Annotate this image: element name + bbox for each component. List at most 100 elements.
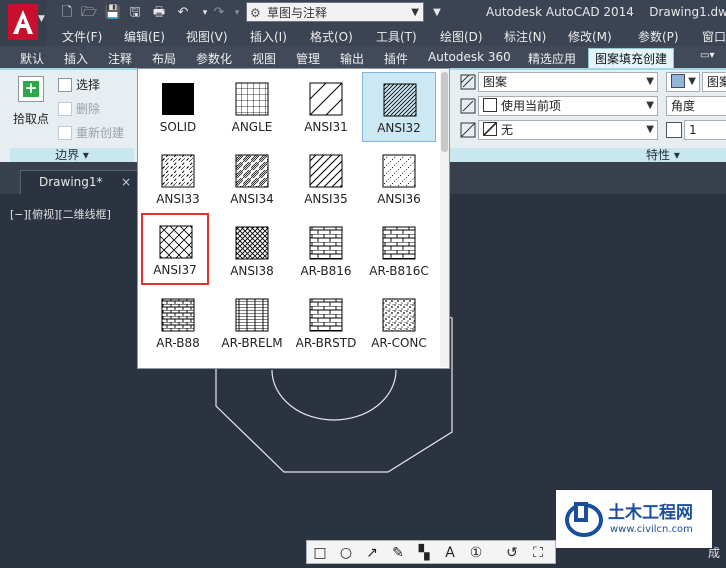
diagonal-bands-icon [235,154,269,188]
gear-icon: ⚙ [250,6,261,20]
tab-addins[interactable]: 插件 [384,50,408,67]
tab-layout[interactable]: 布局 [152,50,176,67]
remove-boundary-icon [58,102,72,116]
diagonal-mixed-icon [309,154,343,188]
file-tab-drawing1[interactable]: Drawing1* × [20,170,140,194]
menu-view[interactable]: 视图(V) [186,28,228,45]
pattern-ar-b816[interactable]: AR-B816 [289,216,363,286]
tab-insert[interactable]: 插入 [64,50,88,67]
boundary-panel-title[interactable]: 边界 ▾ [10,148,134,162]
menu-dimension[interactable]: 标注(N) [504,28,546,45]
scale-field[interactable]: 1 [684,120,726,140]
close-tab-icon[interactable]: × [121,171,131,193]
tab-manage[interactable]: 管理 [296,50,320,67]
select-button[interactable]: 选择 [58,76,100,93]
watermark: 土木工程网 www.civilcn.com [556,490,712,548]
tab-annotate[interactable]: 注释 [108,50,132,67]
brick-small-icon [161,298,195,332]
hatch-type-select[interactable]: 图案 ▼ [478,72,658,92]
number-icon[interactable]: ① [467,544,485,562]
crop-icon[interactable]: ⛶ [529,544,547,562]
pattern-ansi32[interactable]: ANSI32 [362,72,436,142]
pattern-solid[interactable]: SOLID [141,72,215,142]
workspace-select[interactable]: ⚙ 草图与注释 ▼ [246,2,424,22]
recreate-button[interactable]: 重新创建 [58,124,124,141]
pattern-ansi33[interactable]: ANSI33 [141,144,215,214]
undo-icon[interactable]: ↶ [174,4,192,22]
open-file-icon[interactable]: 🗁 [80,4,98,22]
menu-tools[interactable]: 工具(T) [376,28,417,45]
transparency-type-select[interactable]: ▼ [666,72,700,92]
remove-button[interactable]: 删除 [58,100,100,117]
menu-insert[interactable]: 插入(I) [250,28,287,45]
menu-draw[interactable]: 绘图(D) [440,28,483,45]
pattern-ar-conc[interactable]: AR-CONC [362,288,436,358]
rectangle-icon[interactable]: □ [311,544,329,562]
menu-bar: 文件(F) 编辑(E) 视图(V) 插入(I) 格式(O) 工具(T) 绘图(D… [46,26,726,46]
pick-points-icon[interactable]: + [18,76,44,102]
tab-view[interactable]: 视图 [252,50,276,67]
brick-standard-icon [309,298,343,332]
arrow-icon[interactable]: ↗ [363,544,381,562]
document-title: Drawing1.dwg [649,5,726,19]
save-as-icon[interactable]: 🖫 [126,4,144,22]
pencil-icon[interactable]: ✎ [389,544,407,562]
pattern-ansi35[interactable]: ANSI35 [289,144,363,214]
tab-default[interactable]: 默认 [20,50,44,67]
pattern-ar-b88[interactable]: AR-B88 [141,288,215,358]
properties-panel-title[interactable]: 特性 ▾ [450,148,726,162]
menu-modify[interactable]: 修改(M) [568,28,612,45]
recreate-boundary-icon [58,126,72,140]
brick-icon [309,226,343,260]
navigation-toolbar: □ ○ ↗ ✎ ▚ A ① ↺ ⛶ [306,540,556,564]
save-icon[interactable]: 💾 [104,4,122,22]
undo-icon[interactable]: ↺ [503,544,521,562]
menu-parametric[interactable]: 参数(P) [638,28,679,45]
angle-grid-icon [235,82,269,116]
viewport-controls[interactable]: [−][俯视][二维线框] [10,206,111,222]
tab-featured-apps[interactable]: 精选应用 [528,50,576,67]
single-diagonal-icon [309,82,343,116]
menu-file[interactable]: 文件(F) [62,28,102,45]
pattern-name-field[interactable]: 图案 [702,72,726,92]
pattern-ansi38[interactable]: ANSI38 [215,216,289,286]
pick-points-label[interactable]: 拾取点 [13,110,49,127]
chevron-down-icon: ▼ [411,7,419,18]
pattern-ar-brelm[interactable]: AR-BRELM [215,288,289,358]
tab-autodesk-360[interactable]: Autodesk 360 [428,50,511,64]
new-file-icon[interactable]: 🗋 [58,4,76,22]
pattern-ansi36[interactable]: ANSI36 [362,144,436,214]
application-menu-button[interactable]: ▼ [0,0,46,46]
angle-field[interactable]: 角度 [666,96,726,116]
app-title: Autodesk AutoCAD 2014 [486,5,634,19]
menu-format[interactable]: 格式(O) [310,28,353,45]
civilcn-logo-icon [565,502,603,537]
pattern-ansi34[interactable]: ANSI34 [215,144,289,214]
hatch-color-select[interactable]: 使用当前项 ▼ [478,96,658,116]
brick-elm-icon [235,298,269,332]
tab-output[interactable]: 输出 [340,50,364,67]
pattern-angle[interactable]: ANGLE [215,72,289,142]
tab-parametric[interactable]: 参数化 [196,50,232,67]
redo-icon[interactable]: ↷ [210,4,228,22]
ribbon-tab-bar: 默认 插入 注释 布局 参数化 视图 管理 输出 插件 Autodesk 360… [0,46,726,68]
text-icon[interactable]: A [441,544,459,562]
circle-icon[interactable]: ○ [337,544,355,562]
pattern-ar-brstd[interactable]: AR-BRSTD [289,288,363,358]
print-icon[interactable]: 🖶 [150,4,168,22]
diagonal-dotted-icon [382,154,416,188]
diagonal-dashed-icon [161,154,195,188]
pattern-ar-b816c[interactable]: AR-B816C [362,216,436,286]
tab-hatch-creation[interactable]: 图案填充创建 [588,48,675,68]
ribbon-toggle-icon[interactable]: ▭▾ [700,50,714,61]
menu-window[interactable]: 窗口 [702,28,726,45]
background-color-select[interactable]: 无 ▼ [478,120,658,140]
pattern-ansi37[interactable]: ANSI37 [141,213,209,285]
pattern-ansi31[interactable]: ANSI31 [289,72,363,142]
color-swatch [483,98,497,112]
hatch-icon[interactable]: ▚ [415,544,433,562]
redo-dropdown-icon[interactable]: ▾ [228,4,246,22]
qat-customize-icon[interactable]: ▼ [428,4,446,22]
gallery-scroll-thumb[interactable] [441,72,448,152]
menu-edit[interactable]: 编辑(E) [124,28,165,45]
